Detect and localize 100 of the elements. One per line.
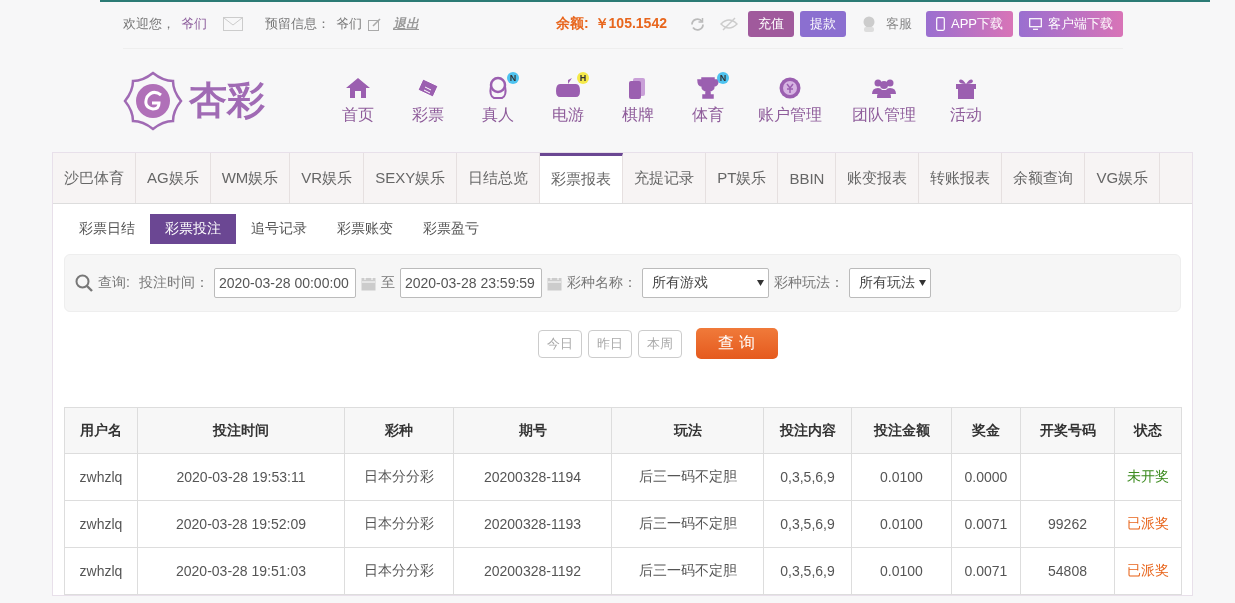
column-header: 状态: [1114, 407, 1182, 454]
table-cell: 未开奖: [1114, 453, 1182, 501]
report-tab[interactable]: SEXY娱乐: [364, 153, 458, 203]
sub-tab[interactable]: 彩票账变: [322, 214, 408, 244]
table-cell: 0.0100: [851, 547, 952, 595]
table-cell: 0,3,5,6,9: [763, 500, 852, 548]
coin-icon: [777, 75, 803, 100]
column-header: 用户名: [64, 407, 138, 454]
calendar-icon[interactable]: [546, 275, 562, 291]
table-cell: 日本分分彩: [344, 453, 454, 501]
customer-service-link[interactable]: 客服: [886, 15, 912, 33]
table-cell: 0,3,5,6,9: [763, 453, 852, 501]
sub-tab[interactable]: 追号记录: [236, 214, 322, 244]
table-cell: 后三一码不定胆: [611, 453, 764, 501]
report-tab[interactable]: BBIN: [778, 153, 837, 203]
query-label: 查询:: [98, 274, 130, 292]
flower-emblem-icon[interactable]: [123, 70, 183, 131]
table-cell: 已派奖: [1114, 500, 1182, 548]
table-cell: 2020-03-28 19:51:03: [137, 547, 345, 595]
start-time-field[interactable]: 2020-03-28 00:00:00: [213, 268, 356, 298]
eye-slash-icon[interactable]: [720, 17, 738, 31]
report-tab[interactable]: VR娱乐: [290, 153, 365, 203]
table-cell: 0,3,5,6,9: [763, 547, 852, 595]
deposit-button[interactable]: 充值: [748, 11, 794, 37]
avatar-icon[interactable]: [862, 16, 876, 32]
report-tab[interactable]: 转账报表: [919, 153, 1003, 203]
search-button[interactable]: 查 询: [695, 328, 778, 359]
mail-icon[interactable]: [223, 17, 243, 31]
phone-icon: [936, 17, 945, 31]
report-tab[interactable]: AG娱乐: [136, 153, 211, 203]
table-cell: 已派奖: [1114, 547, 1182, 595]
table-cell: 20200328-1194: [453, 453, 612, 501]
nav-item[interactable]: 团队管理: [837, 75, 931, 126]
to-label: 至: [380, 274, 395, 292]
report-tab[interactable]: PT娱乐: [706, 153, 779, 203]
sub-tab[interactable]: 彩票盈亏: [408, 214, 494, 244]
username-link[interactable]: 爷们: [181, 15, 207, 33]
end-time-field[interactable]: 2020-03-28 23:59:59: [399, 268, 542, 298]
table-cell: 2020-03-28 19:52:09: [137, 500, 345, 548]
table-cell: 0.0100: [851, 500, 952, 548]
table-cell: 20200328-1192: [453, 547, 612, 595]
nav-badge: N: [507, 71, 519, 84]
table-cell: 54808: [1020, 547, 1115, 595]
reserved-info-value: 爷们: [336, 15, 362, 33]
table-cell: 0.0071: [951, 547, 1021, 595]
table-cell: 0.0000: [951, 453, 1021, 501]
table-cell: 99262: [1020, 500, 1115, 548]
column-header: 投注内容: [763, 407, 852, 454]
nav-item[interactable]: 首页: [323, 75, 393, 126]
table-cell: 后三一码不定胆: [611, 500, 764, 548]
report-tab[interactable]: 余额查询: [1002, 153, 1086, 203]
withdraw-button[interactable]: 提款: [800, 11, 846, 37]
column-header: 投注金额: [851, 407, 952, 454]
nav-item[interactable]: 账户管理: [743, 75, 837, 126]
nav-item[interactable]: 活动: [931, 75, 1001, 126]
logo-text[interactable]: 杏彩: [189, 75, 265, 126]
caret-icon: [756, 280, 764, 286]
report-tab[interactable]: 沙巴体育: [53, 153, 136, 203]
report-tab[interactable]: 充提记录: [623, 153, 707, 203]
sub-tab[interactable]: 彩票投注: [150, 214, 236, 244]
table-cell: 日本分分彩: [344, 547, 454, 595]
nav-badge: N: [717, 71, 729, 84]
edit-icon[interactable]: [368, 17, 381, 31]
play-type-label: 彩种玩法：: [773, 274, 844, 292]
nav-item[interactable]: 彩票: [393, 75, 463, 126]
refresh-icon[interactable]: [689, 15, 706, 33]
column-header: 彩种: [344, 407, 454, 454]
welcome-text: 欢迎您，: [123, 15, 175, 33]
report-tab[interactable]: WM娱乐: [210, 153, 291, 203]
client-download-button[interactable]: 客户端下载: [1019, 11, 1123, 37]
column-header: 投注时间: [137, 407, 345, 454]
reserved-info-label: 预留信息：: [265, 15, 330, 33]
sub-tab[interactable]: 彩票日结: [64, 214, 150, 244]
table-cell: zwhzlq: [64, 547, 138, 595]
table-cell: 日本分分彩: [344, 500, 454, 548]
table-cell: zwhzlq: [64, 500, 138, 548]
table-cell: zwhzlq: [64, 453, 138, 501]
nav-badge: H: [577, 71, 589, 84]
balance-label: 余额:: [555, 15, 589, 33]
game-name-label: 彩种名称：: [566, 274, 637, 292]
column-header: 开奖号码: [1020, 407, 1115, 454]
table-cell: 20200328-1193: [453, 500, 612, 548]
column-header: 玩法: [611, 407, 764, 454]
report-tab[interactable]: 账变报表: [836, 153, 920, 203]
caret-icon: [918, 280, 926, 286]
play-type-dropdown[interactable]: 所有玩法: [848, 268, 931, 298]
table-cell: 0.0071: [951, 500, 1021, 548]
search-icon: [75, 274, 93, 292]
calendar-icon[interactable]: [360, 275, 376, 291]
table-cell: 0.0100: [851, 453, 952, 501]
balance-value: ￥105.1542: [594, 15, 667, 33]
game-dropdown[interactable]: 所有游戏: [641, 268, 769, 298]
trophy-icon: [695, 75, 721, 100]
nav-item[interactable]: 棋牌: [603, 75, 673, 126]
column-header: 奖金: [951, 407, 1021, 454]
bet-time-label: 投注时间：: [138, 274, 209, 292]
home-icon: [345, 75, 371, 100]
report-tab[interactable]: VG娱乐: [1085, 153, 1161, 203]
report-tab[interactable]: 彩票报表: [540, 153, 624, 203]
app-download-button[interactable]: APP下载: [926, 11, 1013, 37]
